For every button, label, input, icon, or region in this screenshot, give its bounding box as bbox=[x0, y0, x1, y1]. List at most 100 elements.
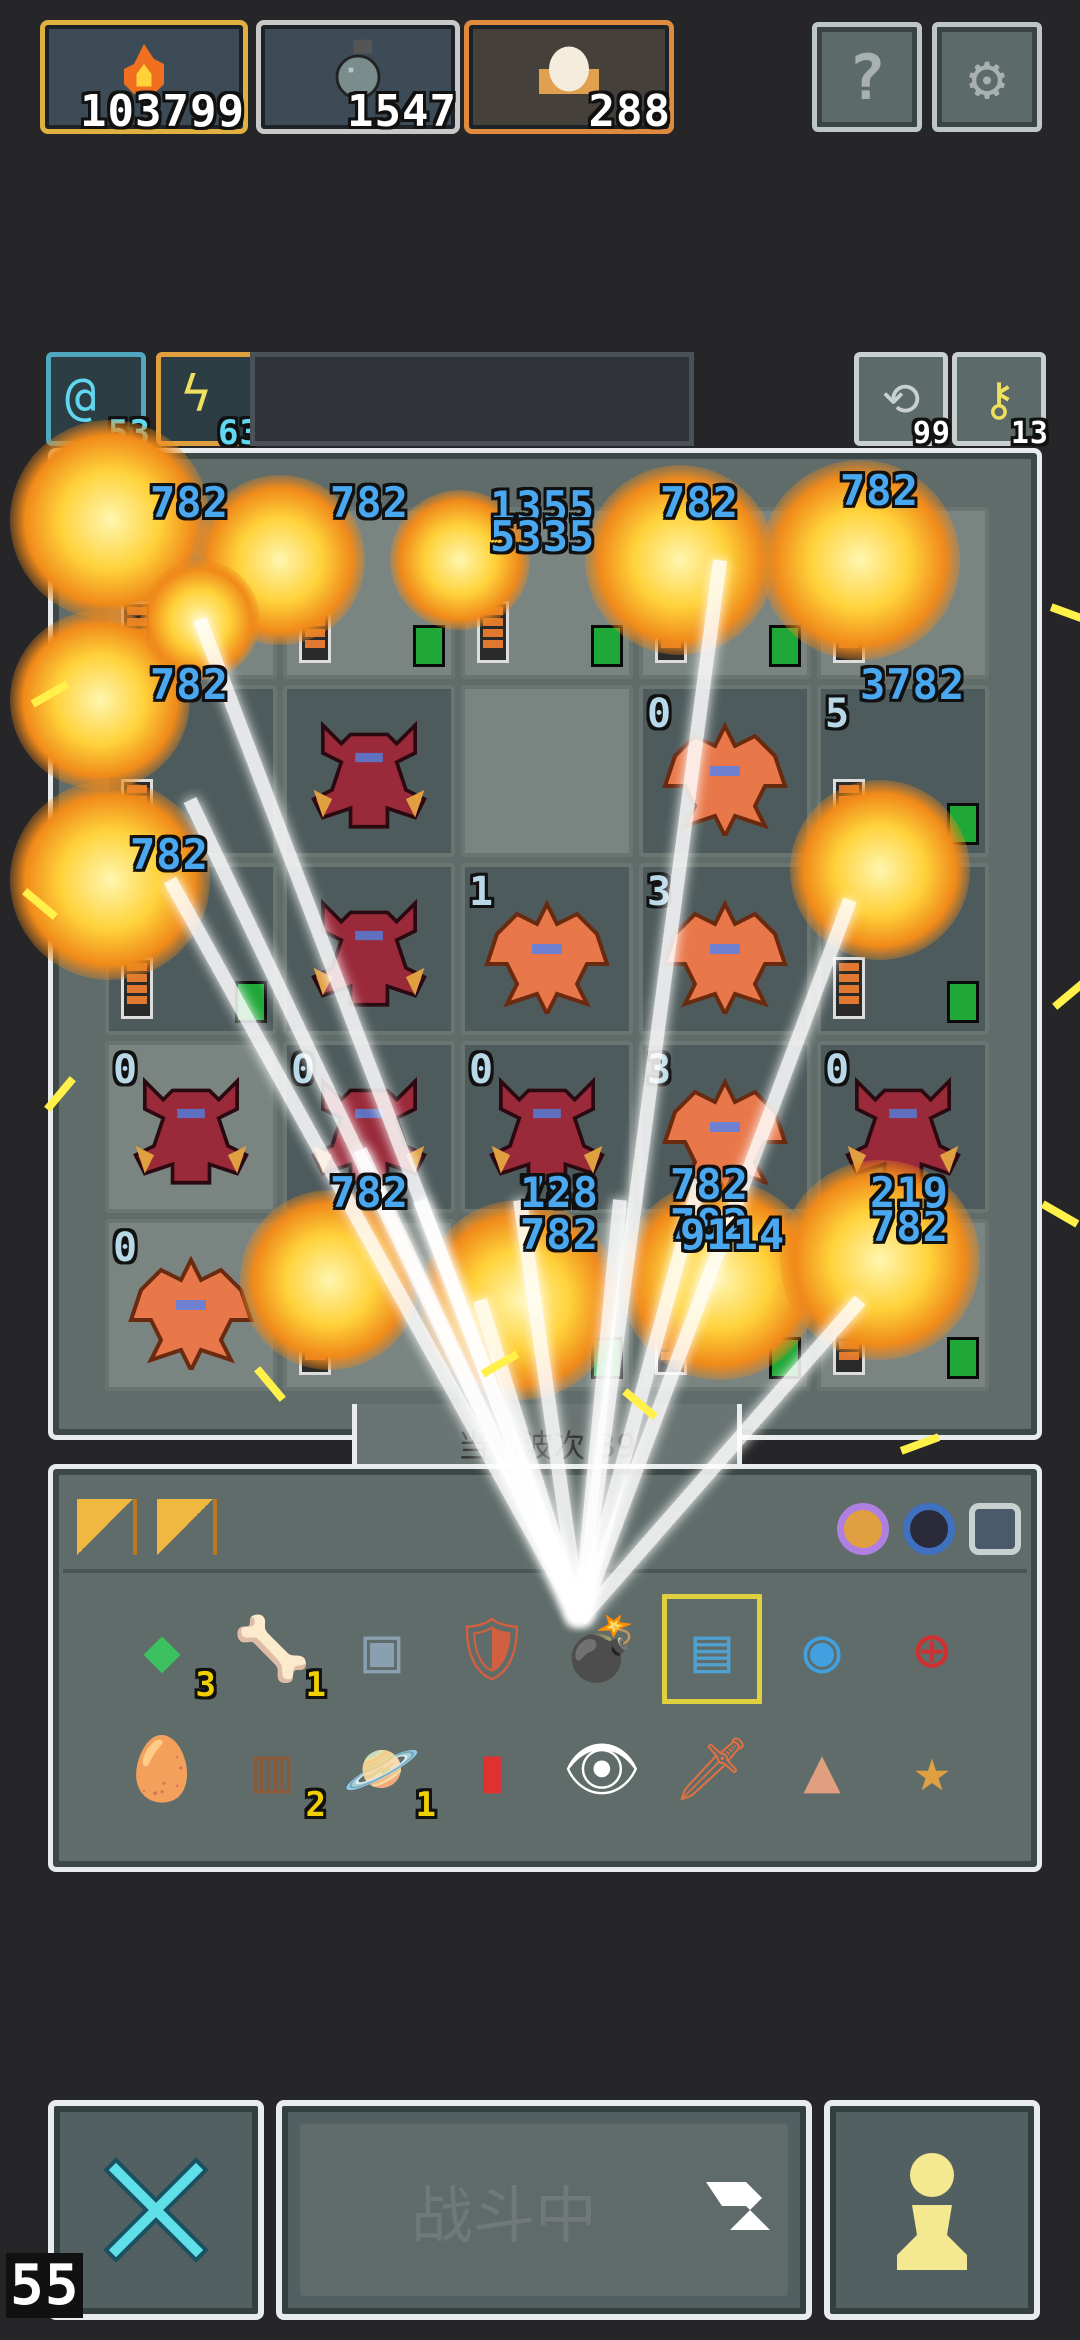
armor-icon[interactable] bbox=[969, 1503, 1021, 1555]
inventory-item[interactable]: ⊕ bbox=[877, 1589, 987, 1709]
lightning-icon: ϟ bbox=[181, 365, 212, 423]
demon-monster-icon bbox=[126, 1072, 256, 1196]
planet-icon: 🪐 bbox=[343, 1732, 421, 1805]
orb-icon: ◉ bbox=[803, 1612, 841, 1686]
fight-button[interactable]: 战斗中 bbox=[276, 2100, 812, 2320]
damage-number: 782 bbox=[840, 466, 919, 515]
damage-number: 782 bbox=[130, 830, 209, 879]
battery-icon bbox=[833, 957, 865, 1019]
damage-number: 219 bbox=[870, 1168, 949, 1217]
inventory-item[interactable]: 🛡 bbox=[437, 1589, 547, 1709]
settings-button[interactable]: ⚙ bbox=[932, 22, 1042, 132]
grenade-icon: 💣 bbox=[563, 1612, 641, 1685]
inventory-item[interactable]: ◉ bbox=[767, 1589, 877, 1709]
emerald-icon: ◆ bbox=[143, 1612, 181, 1686]
gear-ring-icon[interactable] bbox=[903, 1503, 955, 1555]
gear-icon: ⚙ bbox=[968, 40, 1006, 114]
cell-level: 0 bbox=[469, 1047, 495, 1093]
cell-level: 0 bbox=[647, 691, 673, 737]
fire-bat-monster-icon bbox=[655, 716, 795, 841]
refresh-value: 99 bbox=[912, 416, 951, 451]
staff-icon: ★ bbox=[913, 1732, 951, 1806]
inventory-item[interactable]: ▥ 2 bbox=[217, 1709, 327, 1829]
inventory-item[interactable]: ◆ 3 bbox=[107, 1589, 217, 1709]
battery-icon: ▮ bbox=[473, 1732, 511, 1806]
shield-icon: 🛡 bbox=[452, 1612, 532, 1685]
lightning-skill[interactable]: ϟ 63 bbox=[156, 352, 260, 453]
refresh-button[interactable]: ⟲ 99 bbox=[854, 352, 950, 451]
eye-icon: 👁 bbox=[562, 1732, 642, 1805]
inventory-item[interactable]: ▮ bbox=[437, 1709, 547, 1829]
egg-value: 288 bbox=[588, 86, 671, 137]
help-button[interactable]: ? bbox=[812, 22, 922, 132]
fire-resource: 103799 bbox=[40, 20, 248, 137]
tombstone-icon: ▲ bbox=[803, 1732, 841, 1806]
cheese-tab-1[interactable] bbox=[77, 1499, 137, 1555]
grenade-resource: 1547 bbox=[256, 20, 460, 137]
inventory-item[interactable]: 🗡 bbox=[657, 1709, 767, 1829]
fire-value: 103799 bbox=[80, 86, 245, 137]
cell-level: 0 bbox=[113, 1225, 139, 1271]
frame-counter: 55 bbox=[6, 2253, 84, 2318]
frame-icon: ▣ bbox=[363, 1612, 401, 1686]
damage-number: 5335 bbox=[490, 512, 596, 561]
inventory-item[interactable]: 🦴 1 bbox=[217, 1589, 327, 1709]
pawn-icon bbox=[830, 2106, 1034, 2314]
speed-icon bbox=[698, 2166, 778, 2246]
question-icon: ? bbox=[848, 40, 886, 114]
grenade-value: 1547 bbox=[347, 86, 457, 137]
cell-level: 1 bbox=[469, 869, 495, 915]
cell-level: 5 bbox=[825, 691, 851, 737]
inventory-item[interactable]: ★ bbox=[877, 1709, 987, 1829]
swirl-icon: @ bbox=[65, 367, 97, 427]
item-quantity: 1 bbox=[305, 1665, 327, 1705]
inventory-item[interactable]: ▲ bbox=[767, 1709, 877, 1829]
close-icon bbox=[54, 2106, 258, 2314]
explosion-effect bbox=[10, 780, 210, 980]
board-cell[interactable]: 0 bbox=[105, 1041, 277, 1213]
cheese-tab-2[interactable] bbox=[157, 1499, 217, 1555]
egg-icon: 🥚 bbox=[123, 1732, 201, 1805]
damage-number: 782 bbox=[150, 478, 229, 527]
item-quantity: 2 bbox=[305, 1785, 327, 1825]
inventory-item[interactable]: 🪐 1 bbox=[327, 1709, 437, 1829]
pawn-button[interactable] bbox=[824, 2100, 1040, 2320]
bone-icon: 🦴 bbox=[233, 1612, 311, 1685]
inventory-item[interactable]: ▣ bbox=[327, 1589, 437, 1709]
damage-number: 782 bbox=[660, 478, 739, 527]
board-cell[interactable]: 1 bbox=[461, 863, 633, 1035]
spark-effect bbox=[1049, 603, 1080, 625]
fire-bat-monster-icon bbox=[477, 894, 617, 1019]
inventory-item[interactable]: 💣 bbox=[547, 1589, 657, 1709]
green-marker-icon bbox=[947, 981, 979, 1023]
damage-number: 782 bbox=[330, 478, 409, 527]
spark-effect bbox=[1052, 978, 1080, 1010]
explosion-effect bbox=[790, 780, 970, 960]
key-button[interactable]: ⚷ 13 bbox=[952, 352, 1048, 451]
inventory-item[interactable]: ▤ bbox=[657, 1589, 767, 1709]
filter-buttons bbox=[837, 1503, 1021, 1555]
fight-label: 战斗中 bbox=[410, 2179, 597, 2252]
sword-icon: 🗡 bbox=[672, 1732, 752, 1805]
spark-effect bbox=[1040, 1200, 1080, 1228]
mech-icon: ▤ bbox=[693, 1612, 731, 1686]
ring-icon[interactable] bbox=[837, 1503, 889, 1555]
damage-number: 782 bbox=[330, 1168, 409, 1217]
board-cell[interactable] bbox=[461, 685, 633, 857]
item-quantity: 1 bbox=[415, 1785, 437, 1825]
damage-number: 3782 bbox=[860, 660, 966, 709]
demon-monster-icon bbox=[304, 716, 434, 840]
green-marker-icon bbox=[413, 625, 445, 667]
inventory-item[interactable]: 🥚 bbox=[107, 1709, 217, 1829]
cell-level: 0 bbox=[825, 1047, 851, 1093]
book-icon: ▥ bbox=[253, 1732, 291, 1806]
key-value: 13 bbox=[1010, 416, 1049, 451]
progress-bar bbox=[250, 352, 694, 446]
inventory-item[interactable]: 👁 bbox=[547, 1709, 657, 1829]
board-cell[interactable] bbox=[283, 685, 455, 857]
board-cell[interactable]: 0 bbox=[639, 685, 811, 857]
cell-level: 0 bbox=[113, 1047, 139, 1093]
item-quantity: 3 bbox=[195, 1665, 217, 1705]
green-marker-icon bbox=[947, 1337, 979, 1379]
damage-number: 782 bbox=[520, 1210, 599, 1259]
